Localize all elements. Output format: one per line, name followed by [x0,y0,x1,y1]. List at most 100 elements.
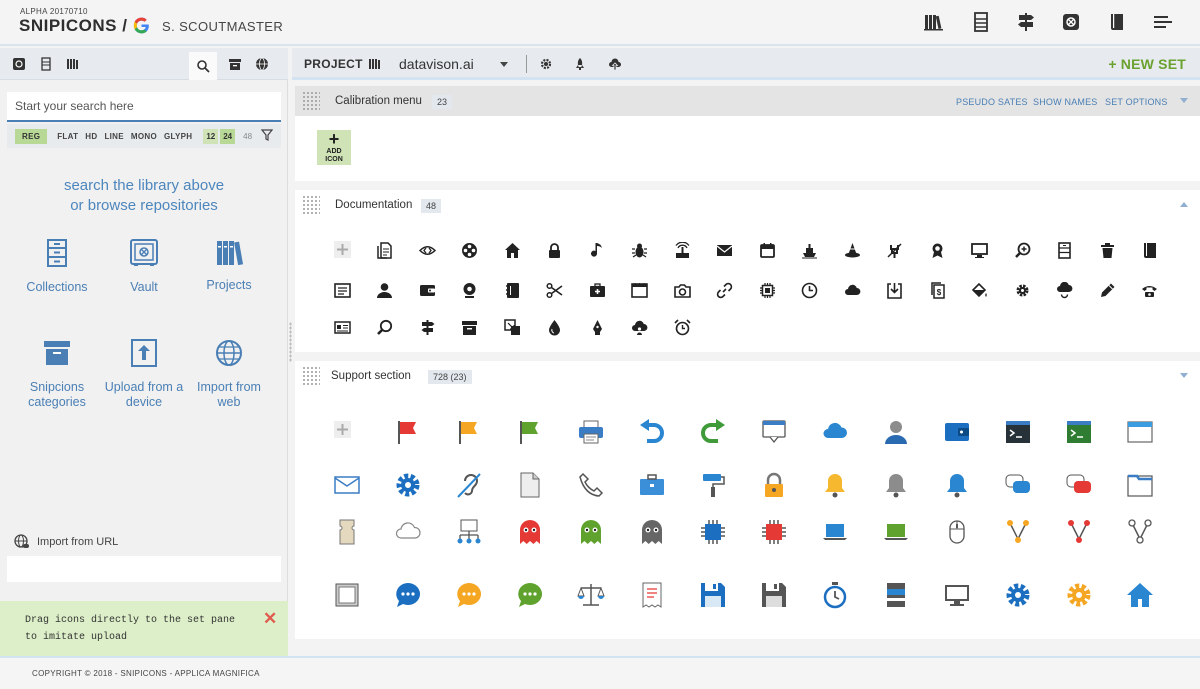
chevron-up-icon[interactable] [1180,202,1188,207]
antenna-icon[interactable] [672,240,694,262]
calendar-icon[interactable] [757,240,779,262]
show-names-link[interactable]: SHOW NAMES [1033,97,1098,107]
scale-icon[interactable] [577,581,605,609]
chip-blue-icon[interactable] [699,518,727,546]
brand-logo[interactable]: SNIPICONS / [19,16,127,36]
gear-blue-icon[interactable] [1004,581,1032,609]
url-input[interactable] [7,556,281,582]
lock-icon[interactable] [544,240,566,262]
pseudo-states-link[interactable]: PSEUDO SATES [956,97,1028,107]
filter-reg[interactable]: REG [15,128,48,144]
size-48[interactable]: 48 [240,129,255,144]
drag-handle[interactable] [302,195,320,215]
address-book-icon[interactable] [502,280,524,302]
add-icon-button[interactable]: + ADD ICON [317,130,351,165]
gear-icon[interactable] [1012,280,1034,302]
monitor-icon[interactable] [969,240,991,262]
vault-icon[interactable] [1060,11,1082,33]
set-options-link[interactable]: SET OPTIONS [1105,97,1168,107]
size-24[interactable]: 24 [220,128,236,144]
receipt-icon[interactable] [638,581,666,609]
import-url[interactable]: Import from URL [14,534,118,550]
user-name[interactable]: S. SCOUTMASTER [162,19,283,34]
drag-handle[interactable] [302,366,320,386]
gear-icon[interactable] [539,57,553,71]
terminal-green-icon[interactable] [1065,418,1093,446]
floppy-gray-icon[interactable] [760,581,788,609]
server-rack-icon[interactable] [882,581,910,609]
mail-icon[interactable] [714,240,736,262]
download-box-icon[interactable] [884,280,906,302]
tab-archive[interactable] [225,54,245,74]
medkit-icon[interactable] [587,280,609,302]
user-icon[interactable] [374,280,396,302]
article-icon[interactable] [332,280,354,302]
set-title[interactable]: Calibration menu [335,95,422,107]
search-input[interactable] [7,92,281,120]
camera-icon[interactable] [672,280,694,302]
laptop-green-icon[interactable] [882,518,910,546]
cloud-upload-icon[interactable] [608,57,622,71]
close-icon[interactable]: ✕ [263,609,277,629]
frame-icon[interactable] [333,581,361,609]
copy-money-icon[interactable]: $ [927,280,949,302]
green-flag-icon[interactable] [516,418,544,446]
signpost-icon[interactable] [1015,11,1037,33]
filter-hd[interactable]: HD [85,130,97,143]
hearing-icon[interactable] [455,471,483,499]
repo-upload[interactable]: Upload from a device [99,338,189,410]
film-reel-icon[interactable] [459,240,481,262]
book-icon[interactable] [1106,11,1128,33]
document-icon[interactable] [516,471,544,499]
repo-import-web[interactable]: Import from web [184,338,274,410]
search-icon[interactable] [374,317,396,339]
chat-red-icon[interactable] [1065,471,1093,499]
wallet-icon[interactable] [417,280,439,302]
filter-glyph[interactable]: GLYPH [164,130,192,143]
plug-off-icon[interactable] [884,240,906,262]
bell-blue-icon[interactable] [943,471,971,499]
repo-vault[interactable]: Vault [99,238,189,295]
chat-bubble-green-icon[interactable] [516,581,544,609]
lock-icon[interactable] [760,471,788,499]
cloud-outline-icon[interactable] [394,518,422,546]
server-icon[interactable] [1054,240,1076,262]
stopwatch-icon[interactable] [821,581,849,609]
chat-bubble-orange-icon[interactable] [455,581,483,609]
gear-orange-icon[interactable] [1065,581,1093,609]
chat-blue-icon[interactable] [1004,471,1032,499]
ghost-gray-icon[interactable] [638,518,666,546]
paint-bucket-icon[interactable] [969,280,991,302]
cloud-refresh-icon[interactable] [1054,280,1076,302]
chip-red-icon[interactable] [760,518,788,546]
window-icon[interactable] [1126,418,1154,446]
tab-list[interactable] [36,54,56,74]
clock-icon[interactable] [799,280,821,302]
cpu-icon[interactable] [757,280,779,302]
cloud-icon[interactable] [821,418,849,446]
list-icon[interactable] [970,11,992,33]
id-card-icon[interactable] [332,317,354,339]
water-drop-icon[interactable] [544,317,566,339]
home-blue-icon[interactable] [1126,581,1154,609]
cloud-icon[interactable] [842,280,864,302]
mouse-icon[interactable] [943,518,971,546]
undo-icon[interactable] [638,418,666,446]
cloud-user-icon[interactable] [629,317,651,339]
browser-window-icon[interactable] [629,280,651,302]
chevron-down-icon[interactable] [1180,373,1188,378]
mail-icon[interactable] [333,471,361,499]
printer-icon[interactable] [577,418,605,446]
alarm-clock-icon[interactable] [672,317,694,339]
redo-icon[interactable] [699,418,727,446]
ghost-red-icon[interactable] [516,518,544,546]
zoom-in-icon[interactable] [1012,240,1034,262]
tab-search[interactable] [189,52,217,80]
terminal-icon[interactable] [1004,418,1032,446]
filter-line[interactable]: LINE [104,130,123,143]
yellow-flag-icon[interactable] [455,418,483,446]
tab-library[interactable] [63,54,83,74]
trash-icon[interactable] [1097,240,1119,262]
chevron-down-icon[interactable] [500,62,508,67]
panel-splitter[interactable] [289,322,292,362]
